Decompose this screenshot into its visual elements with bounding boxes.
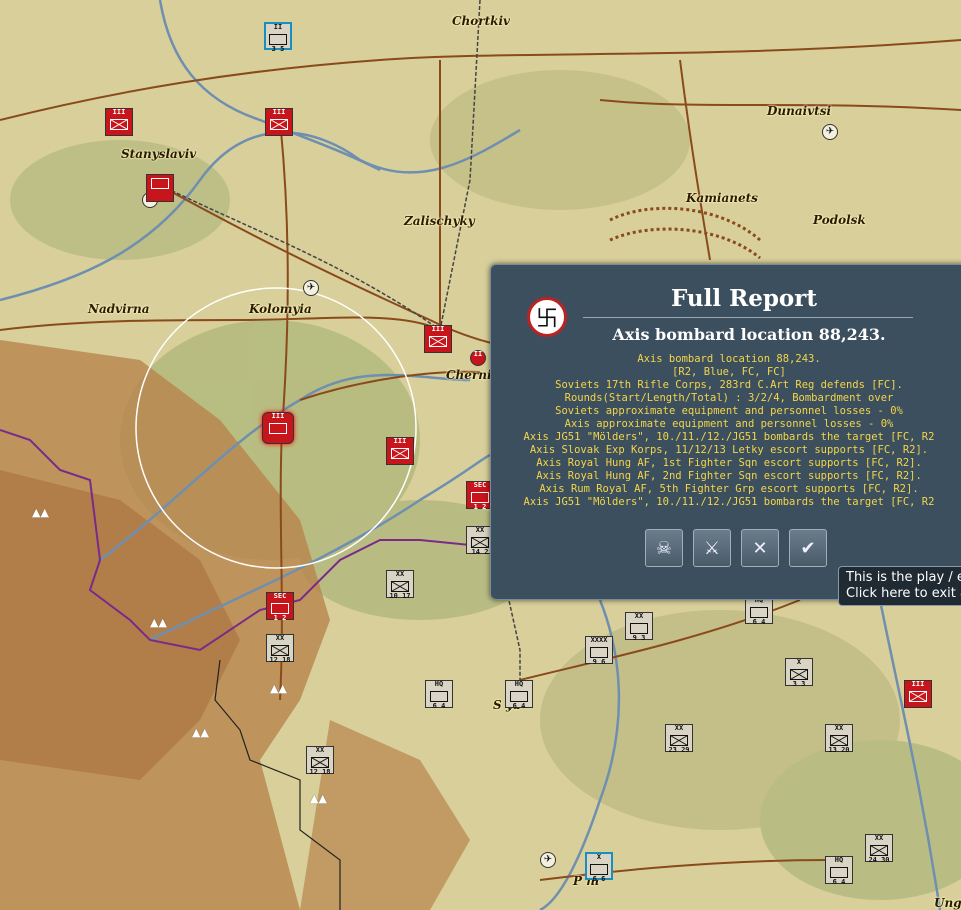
attacker-losses-button[interactable]: ⚔ (693, 529, 731, 567)
report-line: Axis Royal Hung AF, 1st Fighter Sqn esco… (536, 457, 922, 469)
report-line: Axis Rum Royal AF, 5th Fighter Grp escor… (539, 483, 919, 495)
tooltip-line: This is the play / e (846, 570, 961, 585)
mountain-icon: ▲▲ (310, 792, 327, 805)
soviet-army-counter[interactable]: XXXX 9 6 (585, 636, 613, 666)
town-label: Nadvirna (88, 302, 150, 316)
axis-unit-counter[interactable]: III (105, 108, 133, 136)
airfield-icon: ✈ (540, 852, 556, 868)
report-line: Soviets 17th Rifle Corps, 283rd C.Art Re… (555, 379, 903, 391)
full-report-panel: 卐 Full Report Axis bombard location 88,2… (490, 264, 961, 600)
crossed-arrows-icon: ✕ (752, 537, 768, 559)
soviet-unit-counter[interactable]: XX 24 30 (865, 834, 893, 864)
soviet-unit-counter[interactable]: XX 9 3 (625, 612, 653, 642)
town-label: Podolsk (813, 213, 866, 227)
soviet-hq-counter[interactable]: HQ 6 4 (425, 680, 453, 710)
soviet-unit-counter[interactable]: XX 13 20 (825, 724, 853, 754)
axis-emblem-icon: 卐 (527, 297, 567, 337)
mountain-icon: ▲▲ (192, 726, 209, 739)
town-label: Chortkiv (452, 14, 510, 28)
sword-skull-icon: ⚔ (703, 537, 721, 559)
town-label: Dunaivtsi (767, 104, 832, 118)
soviet-unit-counter[interactable]: XX 10 17 (386, 570, 414, 600)
report-line: Axis JG51 "Mölders", 10./11./12./JG51 bo… (523, 496, 935, 508)
checkmark-icon: ✔ (800, 537, 816, 559)
report-line: Soviets approximate equipment and person… (555, 405, 903, 417)
axis-hq-counter[interactable] (146, 174, 174, 202)
soviet-unit-counter[interactable]: II 3 5 (264, 22, 292, 53)
report-line: [R2, Blue, FC, FC] (672, 366, 786, 378)
tooltip: This is the play / e Click here to exit … (838, 566, 961, 606)
soviet-hq-counter[interactable]: HQ 6 4 (505, 680, 533, 710)
combat-map-button[interactable]: ✕ (741, 529, 779, 567)
title-divider (583, 317, 913, 318)
soviet-hq-counter[interactable]: HQ 6 4 (825, 856, 853, 886)
axis-unit-counter[interactable]: III (424, 325, 452, 353)
soviet-unit-counter[interactable]: XX 12 18 (306, 746, 334, 776)
report-log: Axis bombard location 88,243. [R2, Blue,… (491, 353, 961, 509)
report-line: Axis JG51 "Mölders", 10./11./12./JG51 bo… (523, 431, 935, 443)
report-button-bar: ☠ ⚔ ✕ ✔ (645, 529, 827, 567)
airfield-icon: ✈ (822, 124, 838, 140)
confirm-button[interactable]: ✔ (789, 529, 827, 567)
town-label: Kolomyia (249, 302, 312, 316)
soviet-unit-counter[interactable]: X6 6 (585, 852, 613, 883)
shield-skull-icon: ☠ (655, 537, 673, 559)
town-label: Ung (934, 896, 961, 910)
mountain-icon: ▲▲ (150, 616, 167, 629)
town-label: Stanyslaviv (121, 147, 197, 161)
selected-axis-unit-counter[interactable]: III (262, 412, 294, 444)
town-label: Kamianets (686, 191, 758, 205)
airfield-icon: ✈ (303, 280, 319, 296)
soviet-unit-counter[interactable]: XX 23 29 (665, 724, 693, 754)
soviet-unit-counter[interactable]: X3 3 (785, 658, 813, 688)
soviet-hq-counter[interactable]: HQ 6 4 (745, 596, 773, 626)
defender-losses-button[interactable]: ☠ (645, 529, 683, 567)
report-line: Axis Royal Hung AF, 2nd Fighter Sqn esco… (536, 470, 922, 482)
report-line: Axis bombard location 88,243. (637, 353, 821, 365)
axis-unit-counter[interactable]: III (904, 680, 932, 708)
axis-unit-counter[interactable]: III (265, 108, 293, 136)
report-subtitle: Axis bombard location 88,243. (612, 325, 886, 344)
axis-security-counter[interactable]: SEC 1 2 (266, 592, 294, 622)
report-line: Axis Slovak Exp Korps, 11/12/13 Letky es… (529, 444, 929, 456)
report-line: Axis approximate equipment and personnel… (564, 418, 894, 430)
mountain-icon: ▲▲ (32, 506, 49, 519)
town-label: Zalischyky (404, 214, 475, 228)
report-line: Rounds(Start/Length/Total) : 3/2/4, Bomb… (564, 392, 894, 404)
axis-unit-counter[interactable]: III (386, 437, 414, 465)
tooltip-line: Click here to exit a (846, 586, 961, 601)
report-title: Full Report (670, 285, 818, 312)
soviet-unit-counter[interactable]: XX 12 18 (266, 634, 294, 664)
mountain-icon: ▲▲ (270, 682, 287, 695)
